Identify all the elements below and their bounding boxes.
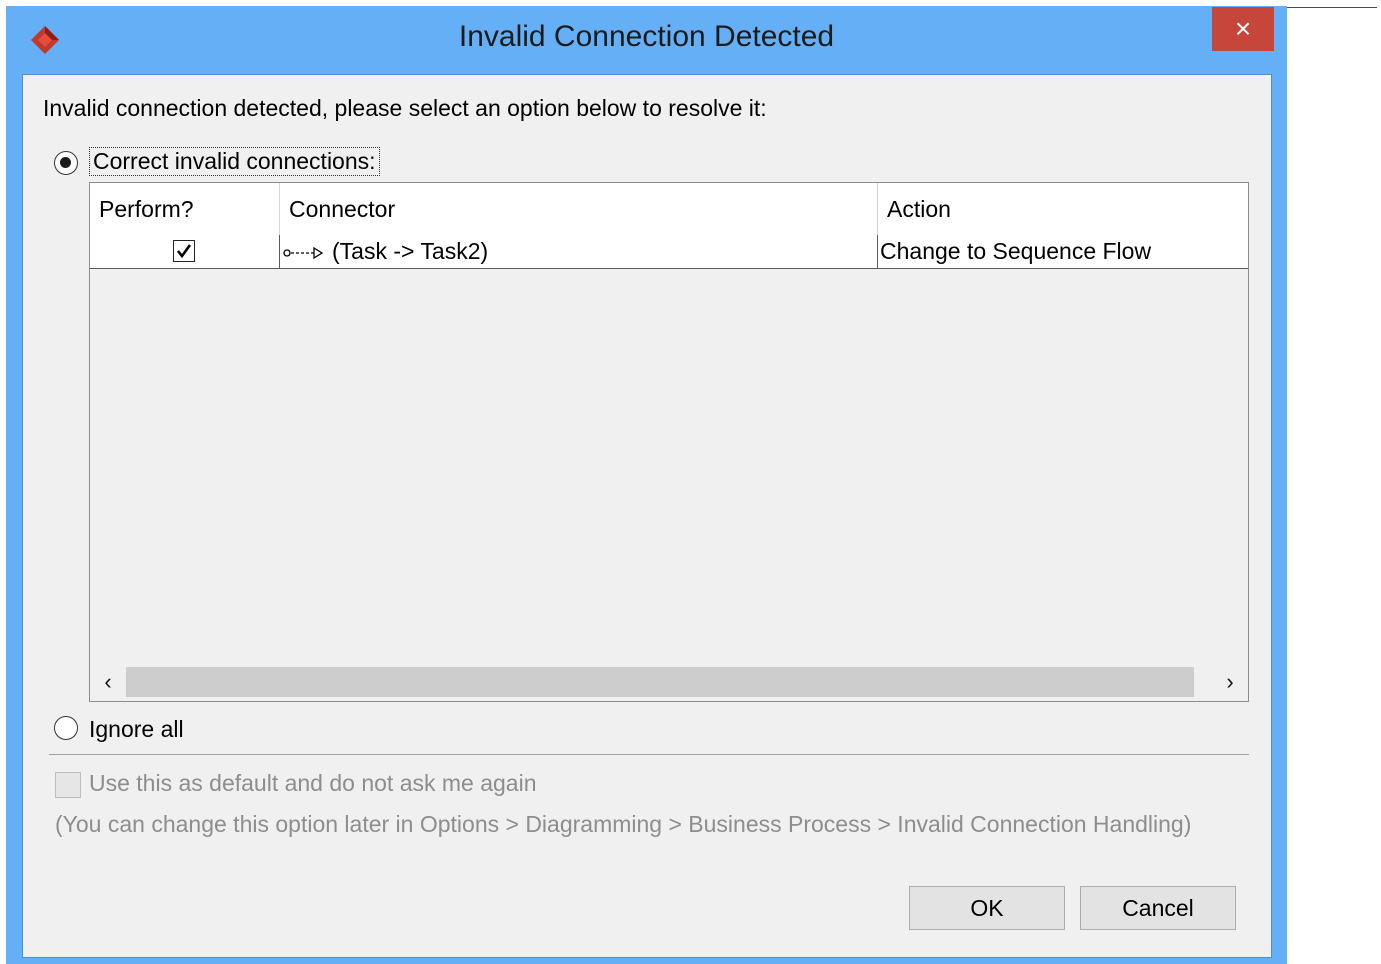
default-option-label: Use this as default and do not ask me ag…	[89, 770, 537, 796]
default-option-checkbox[interactable]	[55, 772, 81, 798]
connector-text: (Task -> Task2)	[332, 238, 489, 264]
cancel-button[interactable]: Cancel	[1080, 886, 1236, 930]
scroll-right-button[interactable]: ›	[1212, 667, 1248, 697]
close-icon: ×	[1234, 13, 1252, 44]
scrollbar-thumb[interactable]	[126, 667, 1194, 697]
connections-table: Perform? Connector Action (Task -> Task2…	[89, 182, 1249, 702]
connector-cell: (Task -> Task2)	[280, 235, 878, 268]
dialog-content: Invalid connection detected, please sele…	[22, 74, 1272, 958]
separator	[49, 754, 1249, 755]
scroll-left-button[interactable]: ‹	[90, 667, 126, 697]
perform-cell	[90, 235, 280, 268]
horizontal-scrollbar[interactable]: ‹ ›	[90, 663, 1248, 701]
ok-button[interactable]: OK	[909, 886, 1065, 930]
table-row[interactable]: (Task -> Task2) Change to Sequence Flow	[90, 235, 1248, 269]
close-button[interactable]: ×	[1212, 7, 1274, 51]
action-cell[interactable]: Change to Sequence Flow	[878, 235, 1248, 268]
message-flow-icon	[283, 246, 324, 260]
dialog-title: Invalid Connection Detected	[458, 20, 835, 53]
table-header: Perform? Connector Action	[90, 183, 1248, 236]
column-header-action[interactable]: Action	[878, 183, 1248, 235]
column-header-connector[interactable]: Connector	[280, 183, 878, 235]
ignore-all-radio[interactable]	[54, 716, 78, 740]
options-hint-text: (You can change this option later in Opt…	[55, 811, 1192, 837]
perform-checkbox[interactable]	[173, 240, 195, 262]
correct-connections-radio[interactable]	[54, 151, 78, 175]
title-bar: Invalid Connection Detected ×	[6, 6, 1287, 74]
ignore-all-label[interactable]: Ignore all	[89, 716, 184, 743]
checkmark-icon	[176, 244, 192, 259]
correct-connections-label[interactable]: Correct invalid connections:	[89, 147, 380, 176]
background-edge-line	[1287, 7, 1377, 8]
column-header-perform[interactable]: Perform?	[90, 183, 280, 235]
dialog-window: Invalid Connection Detected × Invalid co…	[6, 6, 1287, 964]
instruction-text: Invalid connection detected, please sele…	[43, 95, 767, 121]
